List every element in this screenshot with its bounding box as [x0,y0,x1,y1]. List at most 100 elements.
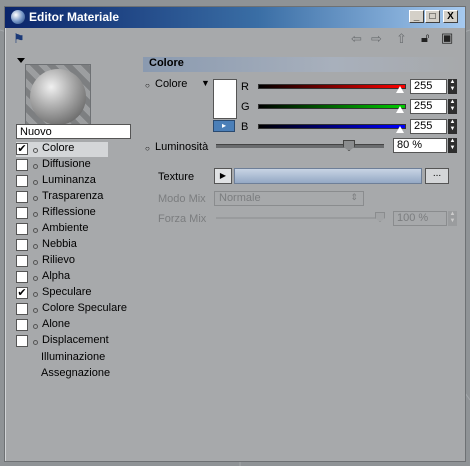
channel-label: Speculare [42,286,92,298]
bullet-icon: ○ [145,81,150,90]
pin-icon[interactable]: ⚑ [13,31,25,47]
color-picker-button[interactable]: ▸ [213,120,235,132]
channel-trasparenza[interactable]: Trasparenza [16,190,108,205]
blue-slider-knob[interactable] [396,126,404,133]
minimize-button[interactable]: _ [409,10,424,23]
section-title: Colore [143,57,461,72]
channel-label: Alone [42,318,71,330]
close-button[interactable]: X [443,10,458,23]
channel-label: Colore [42,142,75,154]
channel-ambiente[interactable]: Ambiente [16,222,108,237]
channel-alone[interactable]: Alone [16,318,108,333]
g-label: G [241,101,250,113]
arrow-left-icon[interactable]: ⇦ [351,31,362,47]
arrow-right-icon[interactable]: ⇨ [371,31,382,47]
select-arrows-icon: ⇕ [350,192,358,202]
green-slider-knob[interactable] [396,106,404,113]
arrow-up-icon[interactable]: ⇧ [396,31,407,47]
mix-strength-value-field[interactable]: 100 % [393,211,447,226]
mix-mode-select[interactable]: Normale ⇕ [214,191,364,206]
channel-colore-speculare[interactable]: Colore Speculare [16,302,131,317]
mix-strength-slider-knob[interactable] [375,212,385,222]
red-slider[interactable] [258,84,406,89]
channel-label: Displacement [42,334,109,346]
bullet-icon [33,276,38,281]
checkbox[interactable] [16,239,28,251]
bullet-icon [33,148,38,153]
channel-luminanza[interactable]: Luminanza [16,174,108,189]
mix-mode-value: Normale [219,192,261,204]
bullet-icon [33,308,38,313]
bullet-icon [33,228,38,233]
preview-sphere [30,69,86,125]
checkbox[interactable] [16,255,28,267]
checkbox[interactable] [16,159,28,171]
checkbox[interactable] [16,191,28,203]
channel-label: Rilievo [42,254,76,266]
red-value-field[interactable]: 255 [410,79,447,94]
luminosita-slider-knob[interactable] [343,140,355,151]
color-swatch[interactable] [213,79,237,119]
texture-menu-button[interactable]: ▶ [214,168,232,184]
checkbox[interactable] [16,271,28,283]
window-title: Editor Materiale [29,10,120,24]
maximize-button[interactable]: □ [425,10,440,23]
texture-field[interactable] [234,168,422,184]
title-bar[interactable]: Editor Materiale _ □ X [5,7,465,28]
channel-nebbia[interactable]: Nebbia [16,238,108,253]
green-slider[interactable] [258,104,406,109]
bullet-icon [33,260,38,265]
mix-strength-spinner[interactable]: ▲ ▼ [448,211,457,226]
channel-colore[interactable]: ✔ Colore [16,142,108,157]
material-name-field[interactable]: Nuovo [16,124,131,139]
red-slider-knob[interactable] [396,86,404,93]
bullet-icon [33,244,38,249]
channel-rilievo[interactable]: Rilievo [16,254,108,269]
channel-label: Luminanza [42,174,96,186]
checkbox[interactable] [16,175,28,187]
bullet-icon: ○ [145,144,150,153]
channel-diffusione[interactable]: Diffusione [16,158,108,173]
channel-label: Alpha [42,270,71,282]
luminosita-slider[interactable] [216,144,384,148]
checkbox[interactable]: ✔ [16,143,28,155]
blue-spinner[interactable]: ▲ ▼ [448,119,457,134]
channel-alpha[interactable]: Alpha [16,270,108,285]
green-value-field[interactable]: 255 [410,99,447,114]
checkbox[interactable] [16,303,28,315]
checkbox[interactable]: ✔ [16,287,28,299]
luminosita-value-field[interactable]: 80 % [393,138,447,153]
red-spinner[interactable]: ▲ ▼ [448,79,457,94]
color-menu-arrow-icon[interactable]: ▼ [201,78,210,88]
checkbox[interactable] [16,335,28,347]
item-illuminazione[interactable]: Illuminazione [41,351,105,363]
mix-mode-label: Modo Mix [158,193,206,205]
checkbox[interactable] [16,207,28,219]
app-icon [11,10,25,24]
checkbox[interactable] [16,319,28,331]
channel-panel: Nuovo ✔ Colore Diffusione Luminanza Tras… [5,54,135,459]
bullet-icon [33,340,38,345]
material-preview[interactable] [25,64,91,130]
channel-speculare[interactable]: ✔ Speculare [16,286,108,301]
color-label: Colore [155,78,188,90]
channel-label: Nebbia [42,238,77,250]
blue-value-field[interactable]: 255 [410,119,447,134]
channel-label: Trasparenza [42,190,104,202]
luminosita-spinner[interactable]: ▲ ▼ [448,138,457,153]
panel-icon[interactable]: ▣ [441,30,453,46]
blue-slider[interactable] [258,124,406,129]
channel-settings-panel: Colore ○ Colore ▼ ▸ R 255 ▲ ▼ G 255 ▲ ▼ B … [143,54,461,454]
channel-label: Diffusione [42,158,91,170]
mix-strength-slider[interactable] [216,217,384,219]
checkbox[interactable] [16,223,28,235]
green-spinner[interactable]: ▲ ▼ [448,99,457,114]
preview-menu-arrow-icon[interactable] [17,58,25,63]
lock-icon[interactable]: 🔓︎ [421,30,429,46]
bullet-icon [33,212,38,217]
item-assegnazione[interactable]: Assegnazione [41,367,110,379]
channel-displacement[interactable]: Displacement [16,334,131,349]
luminosita-label: Luminosità [155,141,209,153]
channel-riflessione[interactable]: Riflessione [16,206,108,221]
texture-browse-button[interactable]: ... [425,168,449,184]
